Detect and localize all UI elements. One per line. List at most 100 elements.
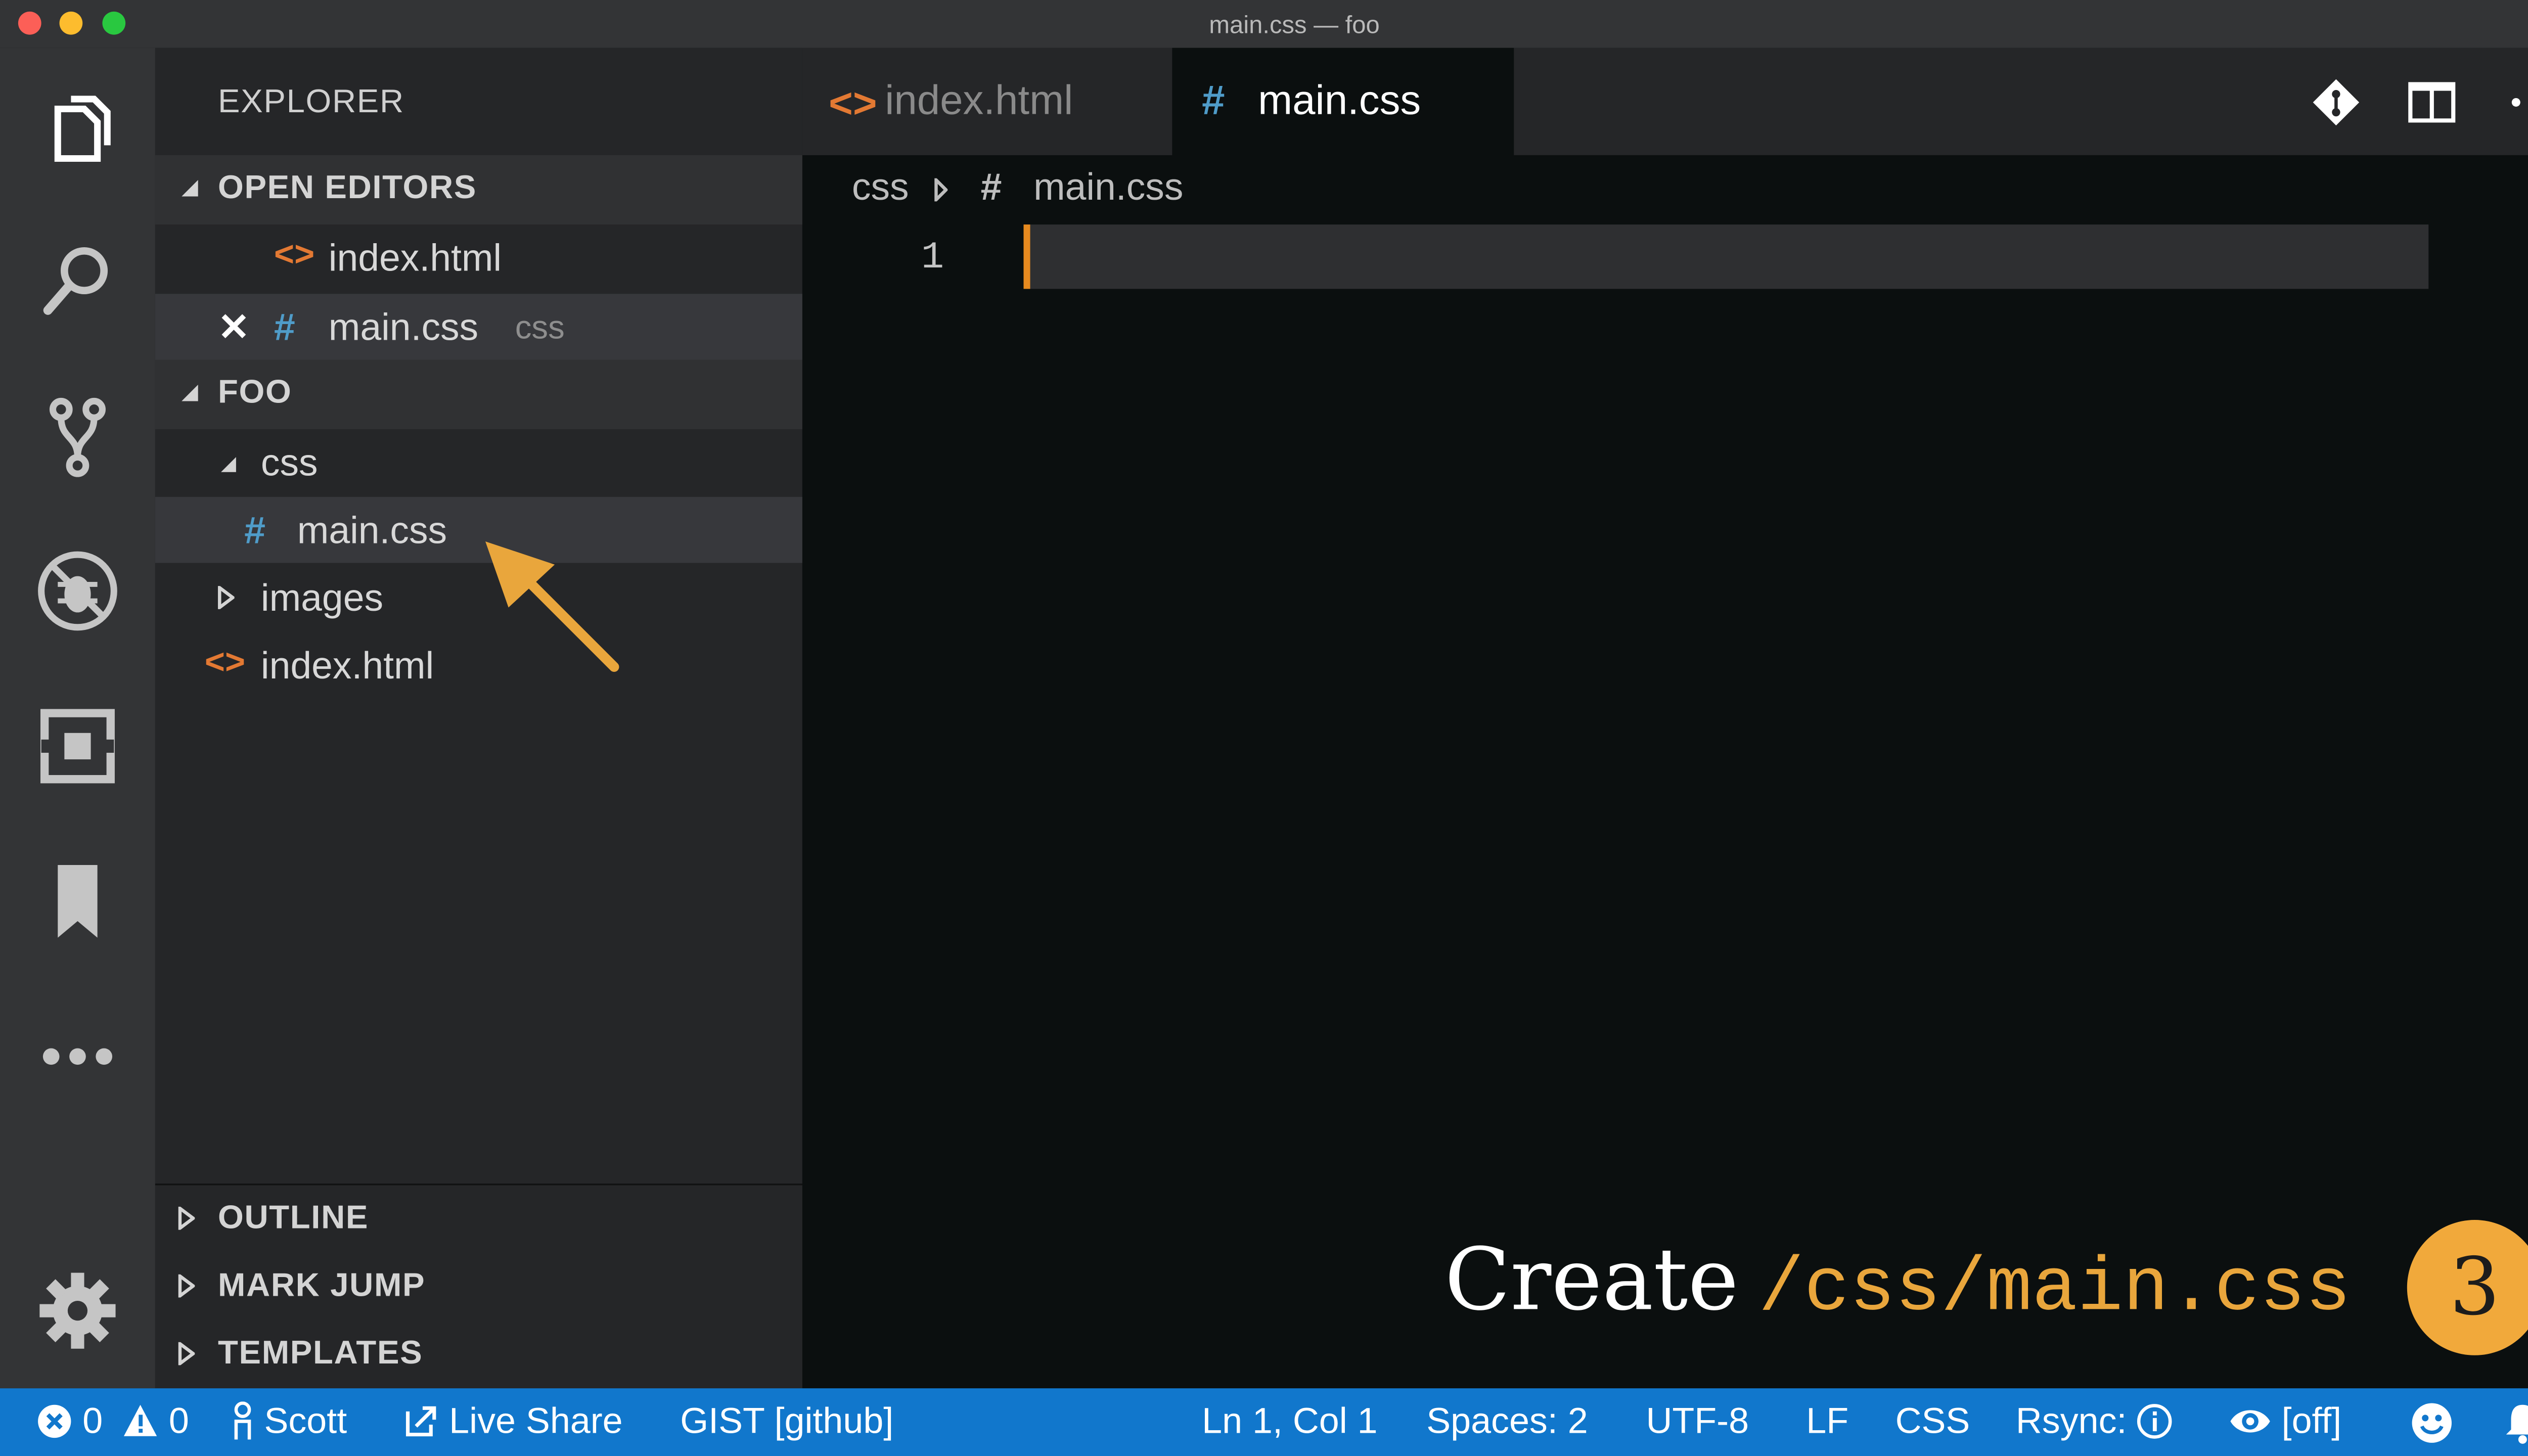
info-icon <box>2137 1404 2173 1439</box>
title-bar: main.css — foo <box>0 0 2528 50</box>
tree-item-label: css <box>260 440 318 484</box>
eye-icon <box>2230 1410 2270 1433</box>
chevron-down-icon <box>221 457 236 472</box>
preview-state: [off] <box>2281 1399 2342 1441</box>
indentation-label: Spaces: 2 <box>1426 1399 1588 1441</box>
cursor-position[interactable]: Ln 1, Col 1 <box>1202 1400 1377 1443</box>
indentation-selector[interactable]: Spaces: 2 <box>1426 1400 1588 1443</box>
chevron-right-icon <box>178 1274 195 1298</box>
person-icon <box>234 1401 251 1440</box>
gear-icon[interactable] <box>26 1259 128 1361</box>
line-number: 1 <box>921 236 944 279</box>
tutorial-caption: Create/css/main.css <box>1444 1232 2351 1332</box>
tree-item-label: main.css <box>297 508 447 552</box>
warning-icon <box>124 1404 158 1436</box>
chevron-right-icon <box>178 1206 195 1230</box>
html-file-icon: <> <box>204 644 245 682</box>
rsync-label: Rsync: <box>2015 1399 2127 1441</box>
close-icon[interactable]: ✕ <box>218 305 250 350</box>
css-file-icon: # <box>274 305 295 348</box>
chevron-right-icon <box>934 178 948 202</box>
mark-jump-label: MARK JUMP <box>218 1267 426 1304</box>
open-editor-label: main.css <box>328 305 479 348</box>
text-cursor <box>1023 224 1030 289</box>
error-icon <box>38 1404 71 1438</box>
html-file-icon: <> <box>829 80 877 127</box>
breadcrumb-file[interactable]: main.css <box>1033 165 1183 210</box>
open-editor-item-index-html[interactable]: <> index.html <box>155 224 802 291</box>
css-file-icon: # <box>980 165 1002 208</box>
search-icon[interactable] <box>26 230 128 332</box>
explorer-title: EXPLORER <box>218 84 404 121</box>
open-editors-section-header[interactable]: OPEN EDITORS <box>155 155 802 225</box>
css-file-icon: # <box>244 508 266 552</box>
outline-section-header[interactable]: OUTLINE <box>155 1185 802 1251</box>
eol-label: LF <box>1806 1399 1849 1441</box>
chevron-down-icon <box>182 179 198 197</box>
tab-label: index.html <box>885 77 1073 124</box>
extensions-icon[interactable] <box>26 695 128 797</box>
gist-label: GIST [github] <box>680 1399 894 1441</box>
debug-icon[interactable] <box>26 540 128 642</box>
encoding-selector[interactable]: UTF-8 <box>1646 1400 1749 1443</box>
language-selector[interactable]: CSS <box>1895 1400 1970 1443</box>
tree-item-css-folder[interactable]: css <box>155 429 802 495</box>
live-share-button[interactable]: Live Share <box>403 1400 623 1443</box>
open-editor-label: index.html <box>328 236 502 279</box>
problems-indicator[interactable]: 0 0 <box>36 1400 189 1443</box>
caption-word: Create <box>1444 1231 1739 1331</box>
tree-item-label: index.html <box>260 644 434 687</box>
bookmark-icon[interactable] <box>26 850 128 952</box>
current-line-highlight <box>1023 224 2429 289</box>
activity-bar <box>0 48 155 1389</box>
user-indicator[interactable]: Scott <box>231 1400 347 1443</box>
collapsed-sections: OUTLINE MARK JUMP TEMPLATES <box>155 1184 802 1390</box>
tree-item-label: images <box>260 576 384 619</box>
error-count: 0 <box>82 1399 103 1441</box>
editor-area[interactable]: css # main.css 1 Create/css/main.css 3 <box>802 155 2528 1389</box>
breadcrumb-folder[interactable]: css <box>852 165 909 210</box>
feedback-smiley-icon[interactable] <box>2410 1401 2453 1444</box>
encoding-label: UTF-8 <box>1646 1399 1749 1441</box>
templates-label: TEMPLATES <box>218 1335 423 1372</box>
css-file-icon: # <box>1202 77 1225 124</box>
mark-jump-section-header[interactable]: MARK JUMP <box>155 1253 802 1319</box>
chevron-right-icon <box>178 1342 195 1366</box>
html-file-icon: <> <box>274 236 315 275</box>
templates-section-header[interactable]: TEMPLATES <box>155 1321 802 1387</box>
foo-folder-section-header[interactable]: FOO <box>155 359 802 429</box>
user-name: Scott <box>264 1399 347 1441</box>
status-bar: 0 0 Scott Live Share GIST [github] Ln 1,… <box>0 1388 2528 1456</box>
rsync-indicator[interactable]: Rsync: <box>2016 1400 2173 1443</box>
annotation-arrow-icon <box>485 541 619 672</box>
source-control-icon[interactable] <box>26 385 128 487</box>
foo-folder-label: FOO <box>218 375 292 412</box>
live-share-icon <box>405 1406 436 1437</box>
tab-index-html[interactable]: <> index.html <box>802 48 1172 155</box>
chevron-down-icon <box>182 384 198 401</box>
gist-button[interactable]: GIST [github] <box>680 1400 893 1443</box>
eol-selector[interactable]: LF <box>1806 1400 1848 1443</box>
more-icon[interactable] <box>26 1006 128 1108</box>
editor-tab-bar: <> index.html # main.css <box>802 48 2528 155</box>
files-icon[interactable] <box>26 77 128 179</box>
window-title: main.css — foo <box>1209 11 1380 40</box>
git-compare-icon[interactable] <box>2311 77 2361 127</box>
open-editor-item-main-css[interactable]: ✕ # main.css css <box>155 294 802 360</box>
open-editor-folder-hint: css <box>515 310 565 347</box>
cursor-position-label: Ln 1, Col 1 <box>1202 1399 1378 1441</box>
live-share-label: Live Share <box>449 1399 623 1441</box>
warning-count: 0 <box>168 1399 189 1441</box>
vscode-window: main.css — foo EXPLORER OPEN EDITORS <> … <box>0 0 2528 1456</box>
tab-main-css[interactable]: # main.css <box>1172 48 1514 155</box>
explorer-sidebar: EXPLORER OPEN EDITORS <> index.html ✕ # … <box>155 48 802 1390</box>
more-actions-icon[interactable] <box>2508 77 2528 127</box>
step-badge: 3 <box>2407 1220 2528 1355</box>
split-editor-icon[interactable] <box>2407 77 2457 127</box>
preview-toggle[interactable]: [off] <box>2229 1400 2341 1443</box>
language-label: CSS <box>1895 1399 1970 1441</box>
bell-icon[interactable] <box>2503 1401 2528 1444</box>
chevron-right-icon <box>218 586 235 609</box>
caption-path: /css/main.css <box>1758 1246 2351 1333</box>
open-editors-label: OPEN EDITORS <box>218 170 477 207</box>
